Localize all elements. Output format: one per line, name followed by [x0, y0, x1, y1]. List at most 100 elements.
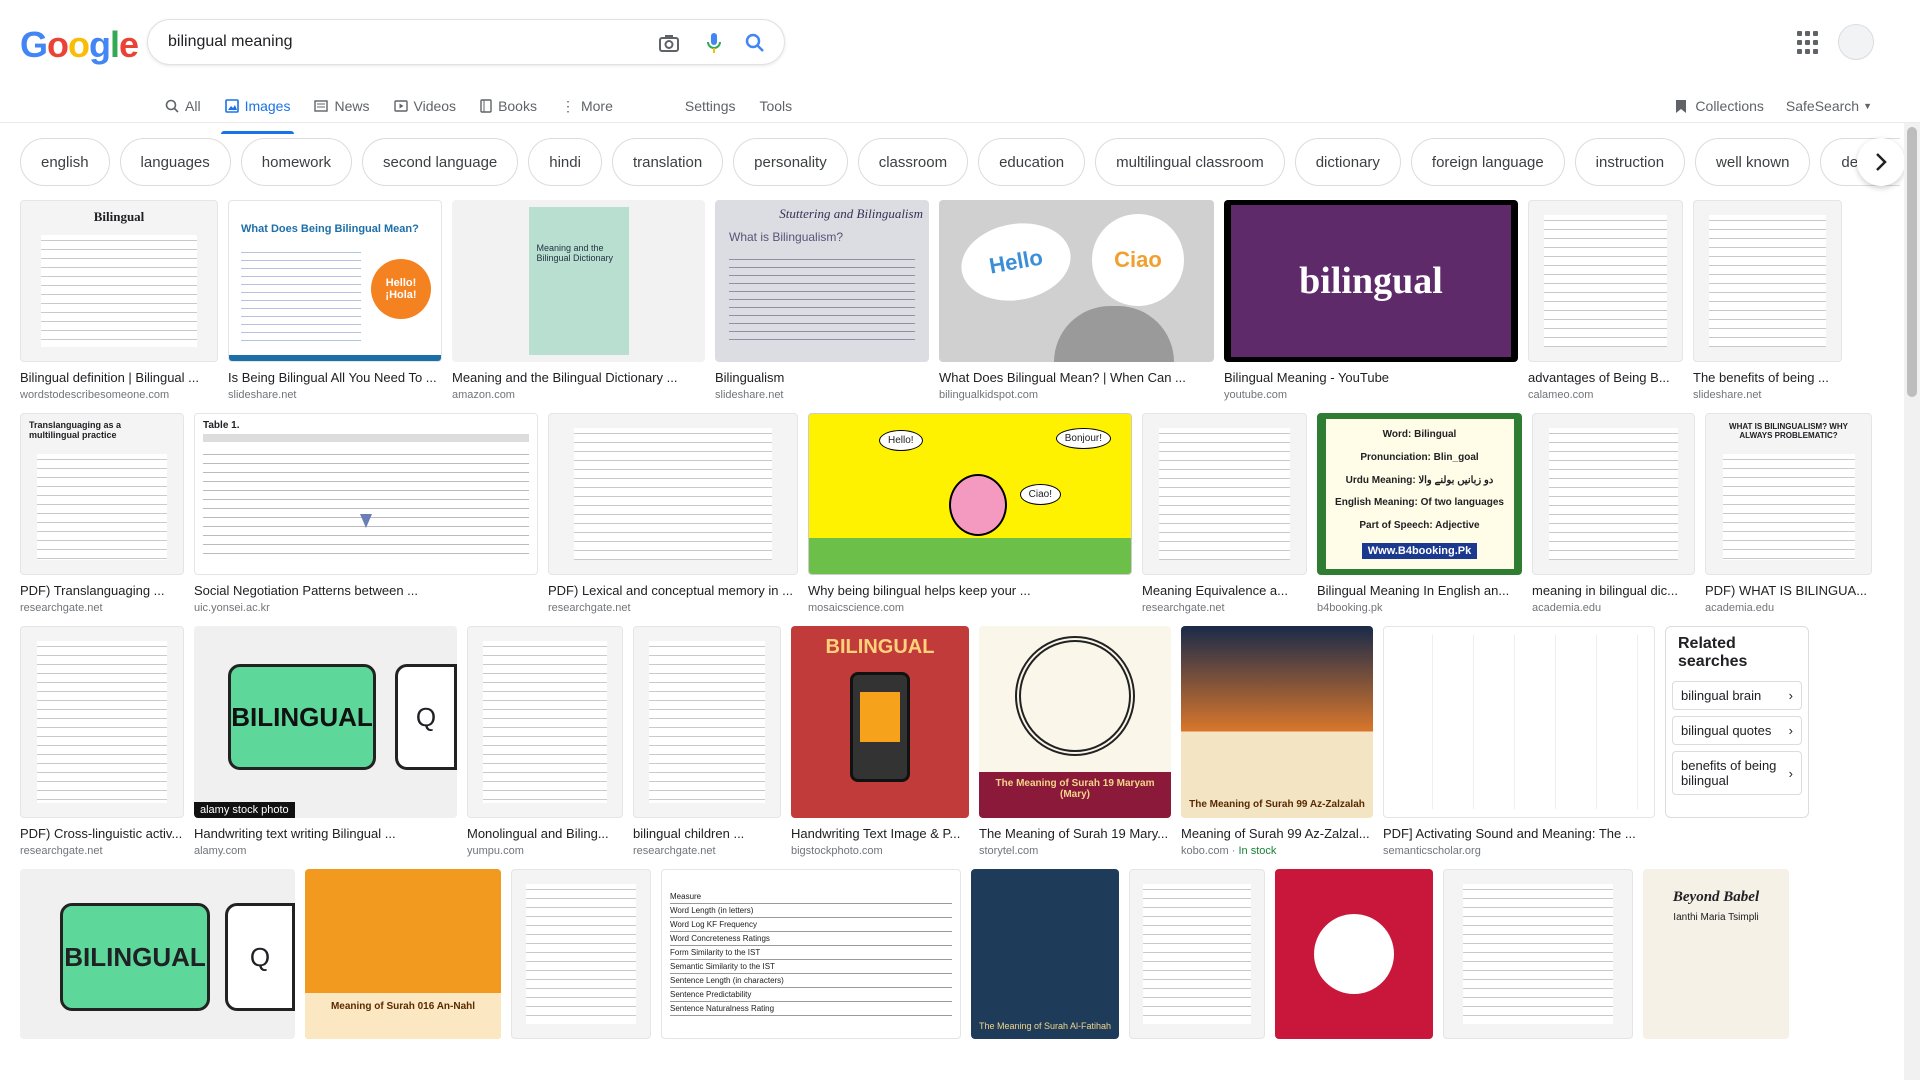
suggestion-chip[interactable]: multilingual classroom — [1095, 138, 1285, 186]
chip-next-button[interactable] — [1857, 138, 1905, 186]
result-thumbnail[interactable]: WHAT IS BILINGUALISM? WHY ALWAYS PROBLEM… — [1705, 413, 1872, 575]
image-result[interactable]: Measure Word Length (in letters) Word Log … — [661, 869, 961, 1039]
safesearch-dropdown[interactable]: SafeSearch ▼ — [1786, 98, 1872, 114]
image-result[interactable]: Hello! Bonjour! Ciao! Why being bilingua… — [808, 413, 1132, 614]
result-title[interactable]: The benefits of being ... — [1693, 370, 1842, 385]
result-thumbnail[interactable]: BILINGUAL Q — [20, 869, 295, 1039]
result-thumbnail[interactable]: Measure Word Length (in letters) Word Log … — [661, 869, 961, 1039]
result-title[interactable]: Bilingual Meaning - YouTube — [1224, 370, 1518, 385]
result-title[interactable]: The Meaning of Surah 19 Mary... — [979, 826, 1171, 841]
suggestion-chip[interactable]: translation — [611, 138, 724, 186]
google-logo[interactable]: Google — [20, 24, 139, 66]
result-title[interactable]: Bilingualism — [715, 370, 929, 385]
result-thumbnail[interactable]: The Meaning of Surah Al-Fatihah — [971, 869, 1119, 1039]
suggestion-chip[interactable]: foreign language — [1410, 138, 1565, 186]
result-title[interactable]: What Does Bilingual Mean? | When Can ... — [939, 370, 1214, 385]
result-thumbnail[interactable]: bilingual — [1224, 200, 1518, 362]
result-title[interactable]: PDF) Cross-linguistic activ... — [20, 826, 184, 841]
result-thumbnail[interactable]: What Does Being Bilingual Mean? Hello! ¡… — [228, 200, 442, 362]
search-input[interactable]: bilingual meaning — [168, 33, 293, 51]
scrollbar-thumb[interactable] — [1907, 127, 1917, 397]
camera-icon[interactable] — [658, 32, 680, 54]
tab-tools[interactable]: Tools — [759, 90, 792, 122]
result-thumbnail[interactable]: The Meaning of Surah 19 Maryam (Mary) — [979, 626, 1171, 818]
result-thumbnail[interactable]: The Meaning of Surah 99 Az-Zalzalah — [1181, 626, 1373, 818]
image-result[interactable]: What Does Being Bilingual Mean? Hello! ¡… — [228, 200, 442, 401]
result-thumbnail[interactable] — [1383, 626, 1655, 818]
result-title[interactable]: Handwriting Text Image & P... — [791, 826, 969, 841]
result-thumbnail[interactable] — [1443, 869, 1633, 1039]
image-result[interactable]: Hello Ciao What Does Bilingual Mean? | W… — [939, 200, 1214, 401]
result-thumbnail[interactable]: Word: Bilingual Pronunciation: Blin_goal… — [1317, 413, 1522, 575]
image-result[interactable]: BILINGUAL Handwriting Text Image & P... … — [791, 626, 969, 857]
suggestion-chip[interactable]: instruction — [1574, 138, 1686, 186]
result-thumbnail[interactable]: Table 1. — [194, 413, 538, 575]
image-result[interactable]: Meaning Equivalence a... researchgate.ne… — [1142, 413, 1307, 614]
image-result[interactable]: bilingual children ... researchgate.net — [633, 626, 781, 857]
tab-videos[interactable]: Videos — [393, 90, 456, 122]
result-title[interactable]: Bilingual definition | Bilingual ... — [20, 370, 218, 385]
result-thumbnail[interactable]: Hello Ciao — [939, 200, 1214, 362]
result-thumbnail[interactable] — [511, 869, 651, 1039]
image-result[interactable] — [1275, 869, 1433, 1039]
image-result[interactable]: PDF) Cross-linguistic activ... researchg… — [20, 626, 184, 857]
result-thumbnail[interactable] — [548, 413, 798, 575]
result-thumbnail[interactable]: Beyond Babel Ianthi Maria Tsimpli — [1643, 869, 1789, 1039]
image-result[interactable]: Bilingual Bilingual definition | Bilingu… — [20, 200, 218, 401]
result-thumbnail[interactable] — [633, 626, 781, 818]
result-thumbnail[interactable]: Meaning and the Bilingual Dictionary — [452, 200, 705, 362]
image-result[interactable] — [511, 869, 651, 1039]
microphone-icon[interactable] — [703, 32, 725, 54]
image-result[interactable]: The Meaning of Surah 99 Az-Zalzalah Mean… — [1181, 626, 1373, 857]
apps-grid-icon[interactable] — [1797, 31, 1821, 55]
suggestion-chip[interactable]: second language — [361, 138, 519, 186]
result-title[interactable]: Bilingual Meaning In English an... — [1317, 583, 1522, 598]
result-title[interactable]: PDF) Translanguaging ... — [20, 583, 184, 598]
tab-settings[interactable]: Settings — [685, 90, 736, 122]
result-title[interactable]: Why being bilingual helps keep your ... — [808, 583, 1132, 598]
result-title[interactable]: PDF) WHAT IS BILINGUA... — [1705, 583, 1872, 598]
image-result[interactable]: BILINGUAL Q alamy stock photo Handwritin… — [194, 626, 457, 857]
tab-more[interactable]: ⋮ More — [561, 90, 613, 122]
image-result[interactable]: PDF] Activating Sound and Meaning: The .… — [1383, 626, 1655, 857]
image-result[interactable]: PDF) Lexical and conceptual memory in ..… — [548, 413, 798, 614]
result-title[interactable]: Meaning and the Bilingual Dictionary ... — [452, 370, 705, 385]
suggestion-chip[interactable]: personality — [733, 138, 848, 186]
image-result[interactable]: Beyond Babel Ianthi Maria Tsimpli — [1643, 869, 1789, 1039]
result-thumbnail[interactable] — [20, 626, 184, 818]
avatar[interactable] — [1838, 24, 1874, 60]
result-thumbnail[interactable]: Hello! Bonjour! Ciao! — [808, 413, 1132, 575]
result-title[interactable]: PDF] Activating Sound and Meaning: The .… — [1383, 826, 1655, 841]
image-result[interactable]: advantages of Being B... calameo.com — [1528, 200, 1683, 401]
result-title[interactable]: bilingual children ... — [633, 826, 781, 841]
suggestion-chip[interactable]: languages — [119, 138, 231, 186]
search-box[interactable]: bilingual meaning — [147, 19, 785, 65]
result-title[interactable]: advantages of Being B... — [1528, 370, 1683, 385]
result-title[interactable]: Meaning of Surah 99 Az-Zalzal... — [1181, 826, 1373, 841]
suggestion-chip[interactable]: homework — [240, 138, 352, 186]
result-thumbnail[interactable] — [1275, 869, 1433, 1039]
result-thumbnail[interactable]: Bilingual — [20, 200, 218, 362]
image-result[interactable]: WHAT IS BILINGUALISM? WHY ALWAYS PROBLEM… — [1705, 413, 1872, 614]
image-result[interactable]: bilingual Bilingual Meaning - YouTube yo… — [1224, 200, 1518, 401]
result-thumbnail[interactable] — [1693, 200, 1842, 362]
suggestion-chip[interactable]: education — [978, 138, 1086, 186]
image-result[interactable]: Monolingual and Biling... yumpu.com — [467, 626, 623, 857]
image-result[interactable]: The Meaning of Surah Al-Fatihah — [971, 869, 1119, 1039]
tab-books[interactable]: Books — [480, 90, 537, 122]
image-result[interactable]: Word: Bilingual Pronunciation: Blin_goal… — [1317, 413, 1522, 614]
image-result[interactable]: Meaning and the Bilingual Dictionary Mea… — [452, 200, 705, 401]
image-result[interactable]: Meaning of Surah 016 An-Nahl — [305, 869, 501, 1039]
image-result[interactable] — [1443, 869, 1633, 1039]
result-title[interactable]: Social Negotiation Patterns between ... — [194, 583, 538, 598]
image-result[interactable]: BILINGUAL Q — [20, 869, 295, 1039]
result-thumbnail[interactable] — [467, 626, 623, 818]
result-title[interactable]: Meaning Equivalence a... — [1142, 583, 1307, 598]
result-thumbnail[interactable]: BILINGUAL Q alamy stock photo — [194, 626, 457, 818]
result-thumbnail[interactable]: Stuttering and Bilingualism What is Bili… — [715, 200, 929, 362]
image-result[interactable] — [1129, 869, 1265, 1039]
result-thumbnail[interactable] — [1528, 200, 1683, 362]
suggestion-chip[interactable]: hindi — [528, 138, 602, 186]
tab-all[interactable]: All — [165, 90, 201, 122]
image-result[interactable]: The benefits of being ... slideshare.net — [1693, 200, 1842, 401]
